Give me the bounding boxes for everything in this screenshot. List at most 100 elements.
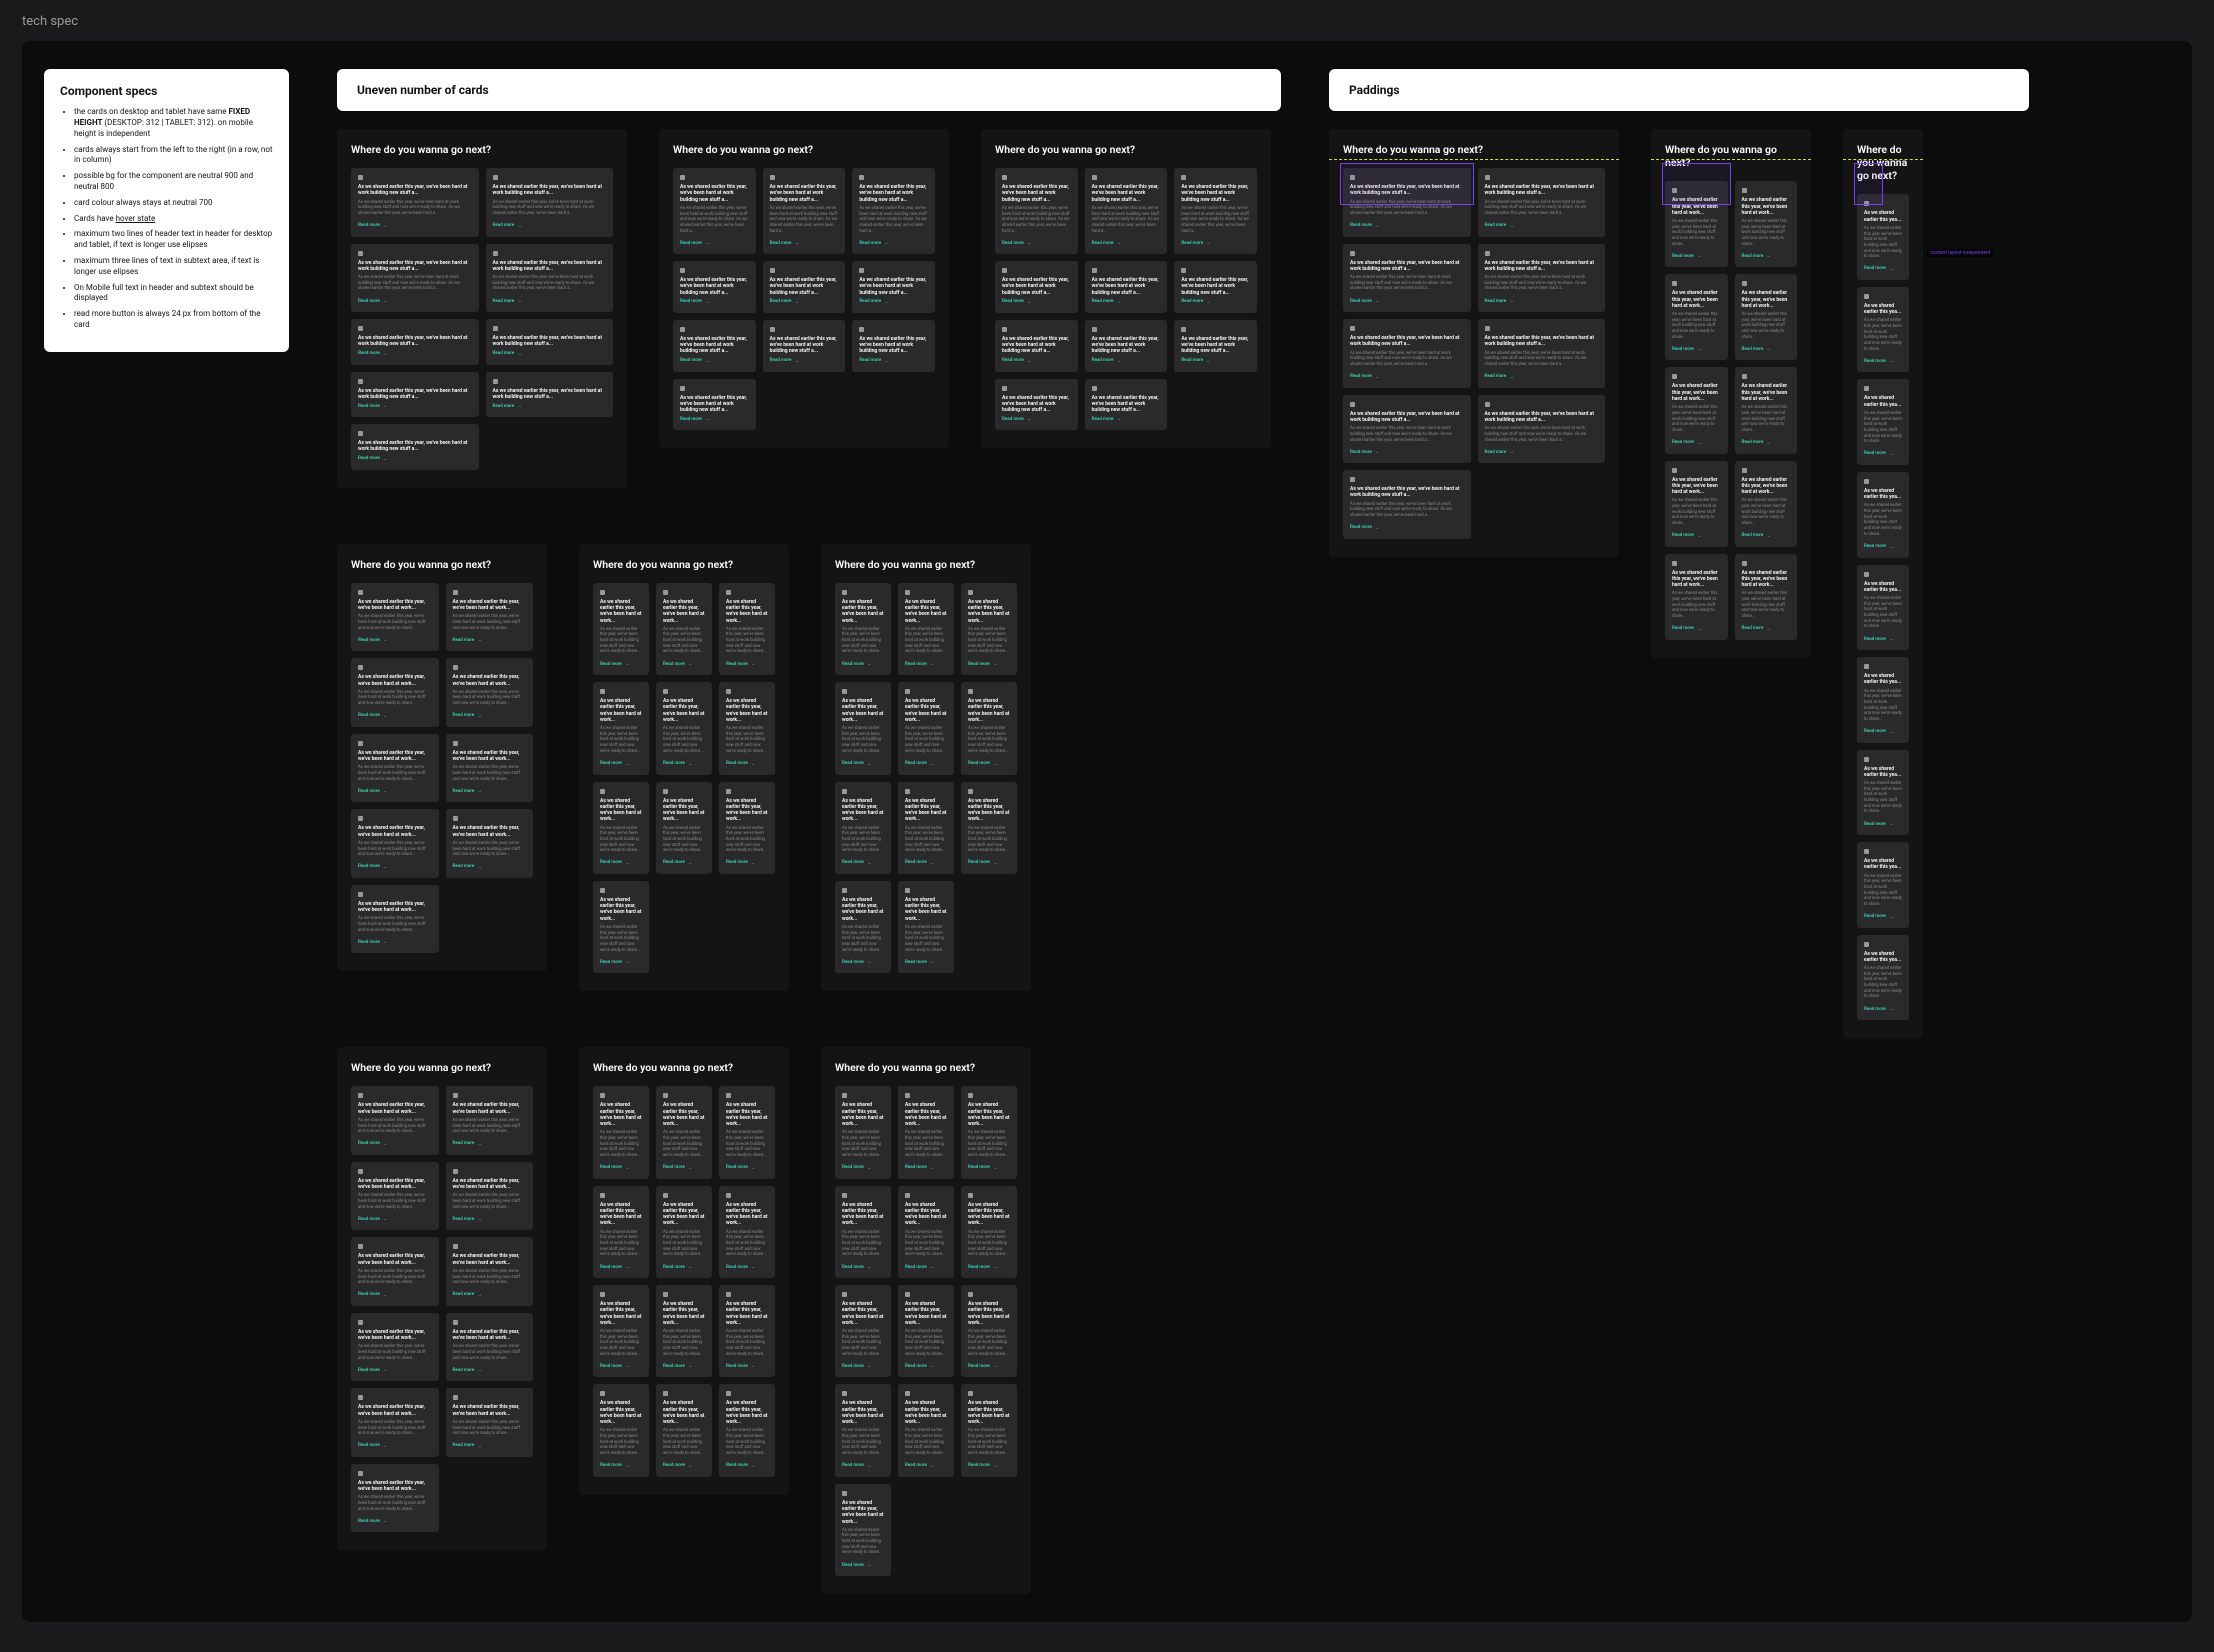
read-more-link[interactable]: Read more (358, 637, 432, 643)
card[interactable]: As we shared earlier this year, we've be… (961, 1285, 1017, 1377)
read-more-link[interactable]: Read more (1672, 440, 1721, 446)
read-more-link[interactable]: Read more (905, 1463, 947, 1469)
read-more-link[interactable]: Read more (358, 864, 432, 870)
read-more-link[interactable]: Read more (905, 1363, 947, 1369)
read-more-link[interactable]: Read more (726, 761, 768, 767)
card[interactable]: As we shared earlier this year, we've be… (351, 1162, 439, 1231)
read-more-link[interactable]: Read more (358, 788, 432, 794)
read-more-link[interactable]: Read more (680, 416, 749, 422)
card[interactable]: As we shared earlier this year, we've be… (351, 372, 479, 418)
card[interactable]: As we shared earlier this year, we've be… (1343, 244, 1471, 313)
card[interactable]: As we shared earlier this year, we've be… (656, 1186, 712, 1278)
card[interactable]: As we shared earlier this year, we've be… (673, 379, 756, 431)
read-more-link[interactable]: Read more (1485, 449, 1599, 455)
read-more-link[interactable]: Read more (680, 240, 749, 246)
card[interactable]: As we shared earlier this year, we've be… (446, 1162, 534, 1231)
card[interactable]: As we shared earlier this year, we've be… (446, 1388, 534, 1457)
read-more-link[interactable]: Read more (726, 1165, 768, 1171)
read-more-link[interactable]: Read more (1742, 253, 1791, 259)
read-more-link[interactable]: Read more (1864, 914, 1902, 920)
card[interactable]: As we shared earlier this year, we've be… (593, 1086, 649, 1178)
card[interactable]: As we shared earlier this year, we've be… (852, 168, 935, 254)
read-more-link[interactable]: Read more (1742, 346, 1791, 352)
read-more-link[interactable]: Read more (1092, 299, 1161, 305)
card[interactable]: As we shared earlier this year, we've be… (673, 320, 756, 372)
card[interactable]: As we shared earlier this year, we've be… (835, 1186, 891, 1278)
card[interactable]: As we shared earlier this year, we've be… (656, 782, 712, 874)
read-more-link[interactable]: Read more (770, 358, 839, 364)
read-more-link[interactable]: Read more (358, 1518, 432, 1524)
read-more-link[interactable]: Read more (968, 1463, 1010, 1469)
card[interactable]: As we shared earlier this year, we've be… (961, 583, 1017, 675)
card[interactable]: As we shared earlier this yea...As we sh… (1857, 935, 1909, 1021)
read-more-link[interactable]: Read more (600, 1363, 642, 1369)
read-more-link[interactable]: Read more (1742, 533, 1791, 539)
card[interactable]: As we shared earlier this year, we've be… (446, 583, 534, 652)
read-more-link[interactable]: Read more (663, 1463, 705, 1469)
read-more-link[interactable]: Read more (1350, 223, 1464, 229)
card[interactable]: As we shared earlier this year, we've be… (1478, 395, 1606, 464)
card[interactable]: As we shared earlier this year, we've be… (1174, 320, 1257, 372)
card[interactable]: As we shared earlier this yea...As we sh… (1857, 194, 1909, 280)
card[interactable]: As we shared earlier this year, we've be… (351, 1464, 439, 1533)
card[interactable]: As we shared earlier this year, we've be… (995, 168, 1078, 254)
read-more-link[interactable]: Read more (842, 959, 884, 965)
card[interactable]: As we shared earlier this yea...As we sh… (1857, 750, 1909, 836)
card[interactable]: As we shared earlier this year, we've be… (719, 1186, 775, 1278)
read-more-link[interactable]: Read more (600, 1463, 642, 1469)
read-more-link[interactable]: Read more (453, 1216, 527, 1222)
card[interactable]: As we shared earlier this year, we've be… (1735, 554, 1798, 640)
card[interactable]: As we shared earlier this year, we've be… (351, 424, 479, 470)
card[interactable]: As we shared earlier this year, we've be… (898, 1285, 954, 1377)
card[interactable]: As we shared earlier this year, we've be… (1735, 274, 1798, 360)
read-more-link[interactable]: Read more (1092, 358, 1161, 364)
read-more-link[interactable]: Read more (905, 661, 947, 667)
card[interactable]: As we shared earlier this year, we've be… (995, 379, 1078, 431)
card[interactable]: As we shared earlier this year, we've be… (719, 682, 775, 774)
read-more-link[interactable]: Read more (842, 860, 884, 866)
read-more-link[interactable]: Read more (600, 761, 642, 767)
card[interactable]: As we shared earlier this year, we've be… (961, 1384, 1017, 1476)
card[interactable]: As we shared earlier this year, we've be… (446, 658, 534, 727)
card[interactable]: As we shared earlier this year, we've be… (446, 809, 534, 878)
read-more-link[interactable]: Read more (663, 1165, 705, 1171)
read-more-link[interactable]: Read more (905, 860, 947, 866)
read-more-link[interactable]: Read more (1350, 298, 1464, 304)
read-more-link[interactable]: Read more (663, 661, 705, 667)
read-more-link[interactable]: Read more (1742, 440, 1791, 446)
read-more-link[interactable]: Read more (842, 761, 884, 767)
read-more-link[interactable]: Read more (493, 351, 607, 357)
read-more-link[interactable]: Read more (680, 299, 749, 305)
read-more-link[interactable]: Read more (358, 223, 472, 229)
read-more-link[interactable]: Read more (905, 959, 947, 965)
card[interactable]: As we shared earlier this year, we've be… (763, 320, 846, 372)
card[interactable]: As we shared earlier this year, we've be… (593, 1285, 649, 1377)
read-more-link[interactable]: Read more (663, 1264, 705, 1270)
card[interactable]: As we shared earlier this year, we've be… (446, 1237, 534, 1306)
read-more-link[interactable]: Read more (358, 1443, 432, 1449)
read-more-link[interactable]: Read more (663, 761, 705, 767)
card[interactable]: As we shared earlier this year, we've be… (656, 1285, 712, 1377)
card[interactable]: As we shared earlier this year, we've be… (1174, 168, 1257, 254)
card[interactable]: As we shared earlier this year, we've be… (673, 261, 756, 313)
read-more-link[interactable]: Read more (726, 860, 768, 866)
read-more-link[interactable]: Read more (968, 1165, 1010, 1171)
read-more-link[interactable]: Read more (600, 959, 642, 965)
read-more-link[interactable]: Read more (493, 223, 607, 229)
read-more-link[interactable]: Read more (968, 1363, 1010, 1369)
card[interactable]: As we shared earlier this year, we've be… (835, 1384, 891, 1476)
card[interactable]: As we shared earlier this year, we've be… (835, 1086, 891, 1178)
read-more-link[interactable]: Read more (600, 661, 642, 667)
read-more-link[interactable]: Read more (859, 240, 928, 246)
card[interactable]: As we shared earlier this year, we've be… (1085, 320, 1168, 372)
read-more-link[interactable]: Read more (1002, 240, 1071, 246)
card[interactable]: As we shared earlier this year, we've be… (835, 583, 891, 675)
read-more-link[interactable]: Read more (905, 1165, 947, 1171)
read-more-link[interactable]: Read more (1485, 374, 1599, 380)
read-more-link[interactable]: Read more (453, 637, 527, 643)
card[interactable]: As we shared earlier this year, we've be… (351, 734, 439, 803)
card[interactable]: As we shared earlier this year, we've be… (763, 168, 846, 254)
card[interactable]: As we shared earlier this year, we've be… (1665, 181, 1728, 267)
card[interactable]: As we shared earlier this year, we've be… (593, 682, 649, 774)
read-more-link[interactable]: Read more (663, 1363, 705, 1369)
